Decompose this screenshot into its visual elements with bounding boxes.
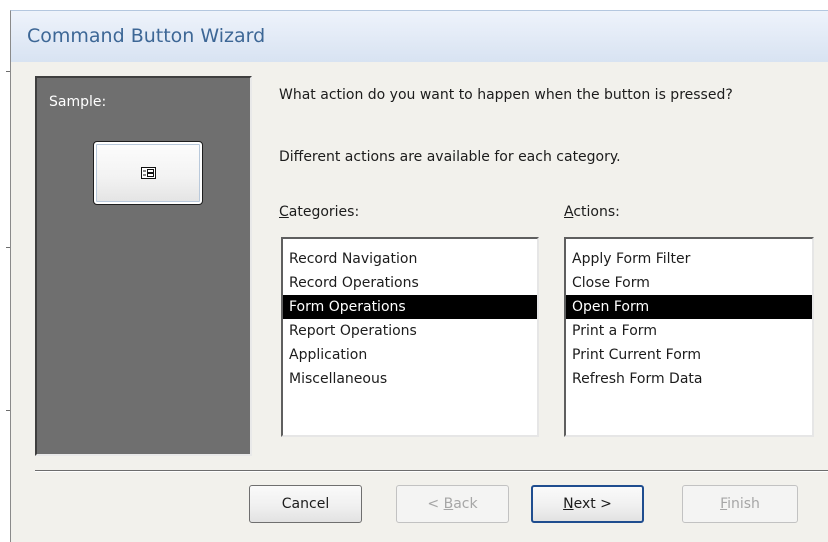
action-item-open-form[interactable]: Open Form — [566, 295, 812, 319]
finish-button-text: inish — [727, 496, 760, 512]
cancel-button[interactable]: Cancel — [249, 485, 362, 523]
category-hint: Different actions are available for each… — [279, 149, 621, 165]
categories-label: Categories: — [279, 204, 359, 220]
background-edge — [0, 0, 10, 542]
category-item-record-navigation[interactable]: Record Navigation — [283, 247, 537, 271]
command-button-wizard-dialog: Command Button Wizard Sample: What actio… — [10, 10, 828, 542]
category-item-form-operations[interactable]: Form Operations — [283, 295, 537, 319]
actions-label-text: ctions: — [573, 204, 620, 220]
actions-listbox[interactable]: Apply Form Filter Close Form Open Form P… — [564, 237, 814, 437]
back-button-prefix: < — [427, 496, 444, 512]
actions-label: Actions: — [564, 204, 620, 220]
categories-label-mnemonic: C — [279, 204, 289, 220]
back-button-text: ack — [453, 496, 478, 512]
action-item-print-a-form[interactable]: Print a Form — [566, 319, 812, 343]
action-question: What action do you want to happen when t… — [279, 87, 733, 103]
next-button-mnemonic: N — [563, 496, 574, 512]
form-icon — [141, 167, 156, 179]
categories-listbox[interactable]: Record Navigation Record Operations Form… — [281, 237, 539, 437]
categories-label-text: ategories: — [288, 204, 360, 220]
cancel-button-label: Cancel — [281, 496, 330, 512]
action-item-refresh-form-data[interactable]: Refresh Form Data — [566, 367, 812, 391]
sample-command-button — [93, 141, 203, 205]
sample-label: Sample: — [49, 94, 107, 110]
back-button[interactable]: < Back — [396, 485, 509, 523]
sample-preview-panel: Sample: — [35, 76, 252, 456]
category-item-application[interactable]: Application — [283, 343, 537, 367]
window-title: Command Button Wizard — [27, 25, 266, 47]
back-button-mnemonic: B — [443, 496, 454, 512]
actions-label-mnemonic: A — [564, 204, 574, 220]
next-button-text: ext > — [573, 496, 612, 512]
next-button[interactable]: Next > — [531, 485, 644, 523]
category-item-miscellaneous[interactable]: Miscellaneous — [283, 367, 537, 391]
action-item-close-form[interactable]: Close Form — [566, 271, 812, 295]
button-separator — [35, 470, 828, 472]
category-item-record-operations[interactable]: Record Operations — [283, 271, 537, 295]
finish-button[interactable]: Finish — [682, 485, 798, 523]
title-bar: Command Button Wizard — [11, 11, 828, 62]
action-item-apply-form-filter[interactable]: Apply Form Filter — [566, 247, 812, 271]
category-item-report-operations[interactable]: Report Operations — [283, 319, 537, 343]
action-item-print-current-form[interactable]: Print Current Form — [566, 343, 812, 367]
